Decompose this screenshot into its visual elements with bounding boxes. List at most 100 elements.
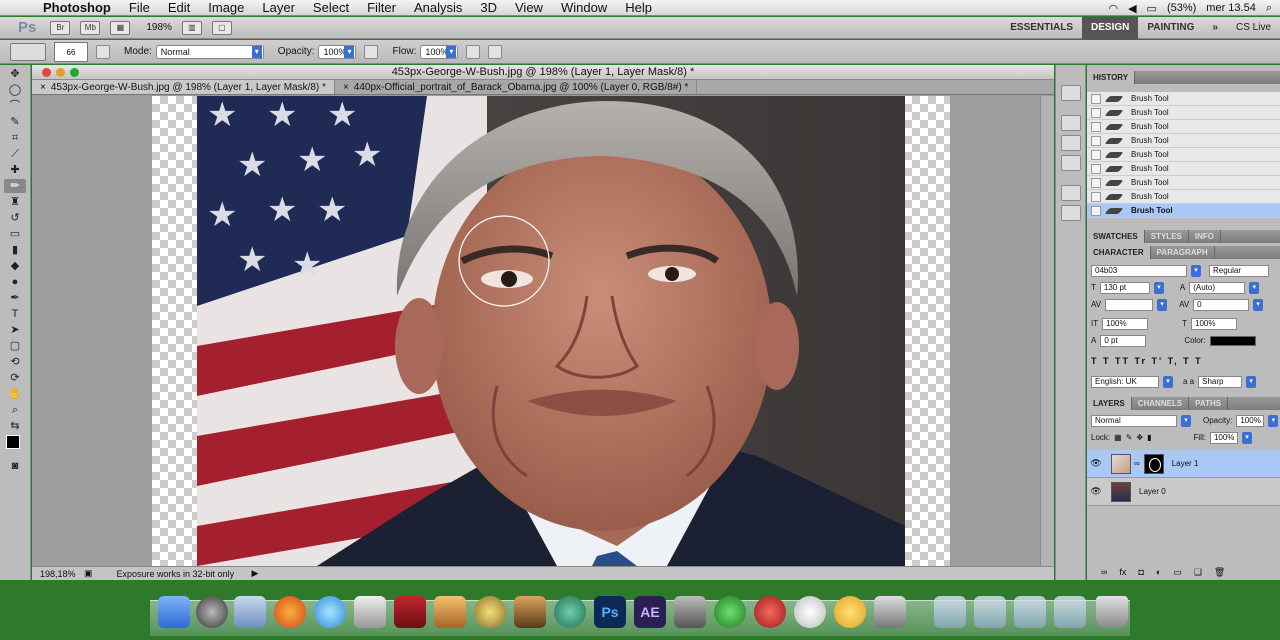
clone-stamp-tool-icon[interactable]: ♜ xyxy=(4,195,26,209)
layer-row-layer-0[interactable]: 👁 Layer 0 xyxy=(1087,478,1280,506)
tab-bush-document[interactable]: × 453px-George-W-Bush.jpg @ 198% (Layer 1… xyxy=(32,80,335,94)
tab-obama-document[interactable]: × 440px-Official_portrait_of_Barack_Obama… xyxy=(335,80,698,94)
visibility-eye-icon[interactable]: 👁 xyxy=(1087,458,1105,469)
chevron-down-icon[interactable]: ▾ xyxy=(1249,281,1260,294)
new-layer-icon[interactable]: ❑ xyxy=(1194,567,1202,578)
app-white-icon[interactable] xyxy=(794,596,826,628)
font-family-select[interactable]: 04b03 xyxy=(1091,264,1187,277)
crop-tool-icon[interactable]: ⌗ xyxy=(4,131,26,145)
chevron-down-icon[interactable]: ▾ xyxy=(1241,431,1252,444)
text-color-swatch[interactable] xyxy=(1209,335,1256,346)
menu-edit[interactable]: Edit xyxy=(159,0,199,15)
link-icon[interactable]: ∞ xyxy=(1134,459,1140,468)
chevron-down-icon[interactable]: ▾ xyxy=(1153,281,1164,294)
visibility-eye-icon[interactable]: 👁 xyxy=(1087,486,1105,497)
history-item[interactable]: Brush Tool xyxy=(1087,106,1280,120)
3d-rotate-tool-icon[interactable]: ⟲ xyxy=(4,355,26,369)
delete-layer-icon[interactable]: 🗑 xyxy=(1214,567,1225,578)
history-item[interactable]: Brush Tool xyxy=(1087,134,1280,148)
tool-preset-picker[interactable] xyxy=(10,42,46,61)
healing-tool-icon[interactable]: ✚ xyxy=(4,163,26,177)
history-item[interactable]: Brush Tool xyxy=(1087,190,1280,204)
swap-colors-icon[interactable]: ⇆ xyxy=(4,419,26,433)
history-item[interactable]: Brush Tool xyxy=(1087,176,1280,190)
workspace-essentials[interactable]: ESSENTIALS xyxy=(1001,17,1082,39)
applications-folder-icon[interactable] xyxy=(934,596,966,628)
leading-input[interactable]: (Auto) xyxy=(1189,281,1246,294)
adjustment-layer-icon[interactable]: ◐ xyxy=(1156,567,1161,578)
tab-styles[interactable]: STYLES xyxy=(1145,230,1189,243)
dodge-tool-icon[interactable]: ● xyxy=(4,275,26,289)
volume-icon[interactable]: ◀ xyxy=(1128,2,1136,15)
chevron-down-icon[interactable]: ▾ xyxy=(1157,298,1168,311)
tab-info[interactable]: INFO xyxy=(1189,230,1221,243)
link-layers-icon[interactable]: ∞ xyxy=(1101,567,1107,578)
gradient-tool-icon[interactable]: ▮ xyxy=(4,243,26,257)
fill-input[interactable]: 100% xyxy=(1209,431,1238,444)
foreground-color[interactable] xyxy=(6,435,20,449)
blend-mode-select[interactable]: Normal xyxy=(1091,414,1177,427)
imovie-icon[interactable] xyxy=(474,596,506,628)
vertical-scale-input[interactable]: 100% xyxy=(1102,317,1149,330)
layer-mask-thumbnail[interactable] xyxy=(1143,453,1164,474)
mini-bridge-panel-icon[interactable] xyxy=(1061,85,1081,101)
front-row-icon[interactable] xyxy=(874,596,906,628)
downloads-folder-icon[interactable] xyxy=(1014,596,1046,628)
itunes-icon[interactable] xyxy=(314,596,346,628)
color-swatches[interactable] xyxy=(4,435,26,457)
layer-row-layer-1[interactable]: 👁 ∞ Layer 1 xyxy=(1087,450,1280,478)
workspace-painting[interactable]: PAINTING xyxy=(1138,17,1203,39)
mini-bridge-icon[interactable]: Mb xyxy=(80,20,101,35)
shape-tool-icon[interactable]: ▢ xyxy=(4,339,26,353)
tool-presets-panel-icon[interactable] xyxy=(1061,155,1081,171)
stack-folder-icon[interactable] xyxy=(1054,596,1086,628)
history-item[interactable]: Brush Tool xyxy=(1087,120,1280,134)
close-tab-icon[interactable]: × xyxy=(40,82,46,93)
history-brush-tool-icon[interactable]: ↺ xyxy=(4,211,26,225)
history-item-current[interactable]: Brush Tool xyxy=(1087,204,1280,218)
mode-select[interactable]: Normal xyxy=(155,44,264,59)
new-group-icon[interactable]: ▭ xyxy=(1173,567,1182,578)
cyberduck-icon[interactable] xyxy=(834,596,866,628)
arrange-documents-icon[interactable]: ▥ xyxy=(181,20,202,35)
mail-icon[interactable] xyxy=(234,596,266,628)
antialias-select[interactable]: Sharp xyxy=(1198,375,1243,388)
minimize-window-icon[interactable] xyxy=(56,68,65,77)
spotlight-icon[interactable]: ⌕ xyxy=(1266,2,1272,15)
adium-icon[interactable] xyxy=(714,596,746,628)
layer-style-icon[interactable]: fx xyxy=(1119,567,1126,578)
chevron-down-icon[interactable]: ▾ xyxy=(1246,375,1257,388)
eraser-tool-icon[interactable]: ▭ xyxy=(4,227,26,241)
chevron-down-icon[interactable]: ▾ xyxy=(1253,298,1264,311)
eyedropper-tool-icon[interactable]: ⟋ xyxy=(4,147,26,161)
font-style-select[interactable]: Regular xyxy=(1209,264,1269,277)
quick-mask-icon[interactable]: ◙ xyxy=(4,459,26,473)
photoshop-icon[interactable]: Ps xyxy=(594,596,626,628)
status-menu-arrow-icon[interactable]: ▶ xyxy=(252,568,259,579)
font-size-input[interactable]: 130 pt xyxy=(1099,281,1150,294)
type-tool-icon[interactable]: T xyxy=(4,307,26,321)
lock-position-icon[interactable]: ✥ xyxy=(1136,433,1143,442)
lock-pixels-icon[interactable]: ✎ xyxy=(1126,433,1133,442)
menu-file[interactable]: File xyxy=(120,0,159,15)
tab-paths[interactable]: PATHS xyxy=(1189,397,1229,410)
brush-panel-toggle-icon[interactable] xyxy=(96,44,110,59)
chevron-down-icon[interactable]: ▾ xyxy=(1268,414,1279,427)
horizontal-scale-input[interactable]: 100% xyxy=(1191,317,1237,330)
tab-layers[interactable]: LAYERS xyxy=(1087,397,1132,410)
path-select-tool-icon[interactable]: ➤ xyxy=(4,323,26,337)
close-window-icon[interactable] xyxy=(42,68,51,77)
brush-panel-icon[interactable] xyxy=(1061,115,1081,131)
pressure-opacity-icon[interactable] xyxy=(364,44,379,59)
tab-history[interactable]: HISTORY xyxy=(1087,71,1136,84)
status-zoom[interactable]: 198,18% xyxy=(32,569,84,579)
photo-canvas[interactable]: ★ ★ ★ ★ ★ ★ ★ ★ ★ ★ ★ xyxy=(197,96,905,566)
app-star-icon[interactable] xyxy=(754,596,786,628)
zoom-level[interactable]: 198% xyxy=(146,22,172,33)
lock-all-icon[interactable]: ▮ xyxy=(1147,433,1151,442)
marquee-tool-icon[interactable]: ◯ xyxy=(4,83,26,97)
photo-booth-icon[interactable] xyxy=(394,596,426,628)
layer-opacity-input[interactable]: 100% xyxy=(1236,414,1265,427)
zoom-tool-icon[interactable]: ⌕ xyxy=(4,403,26,417)
dashboard-icon[interactable] xyxy=(196,596,228,628)
